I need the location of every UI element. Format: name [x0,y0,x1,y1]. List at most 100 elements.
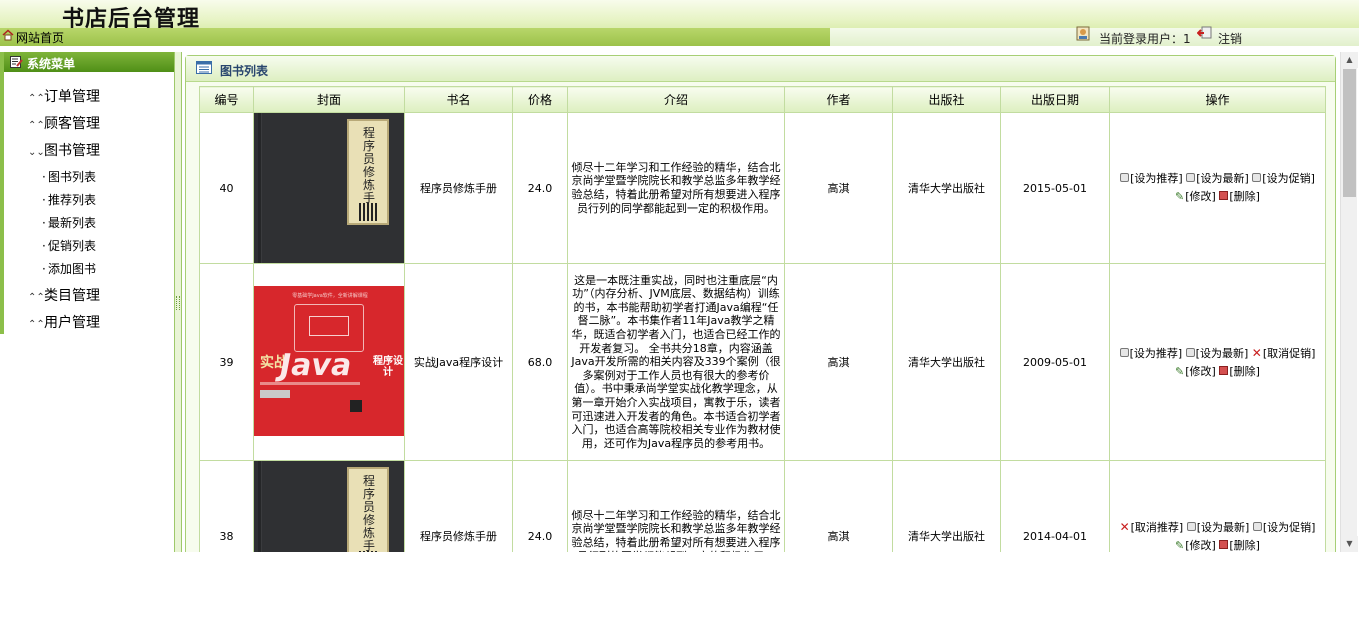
sidebar-subitem-book-list[interactable]: · 图书列表 [42,168,96,185]
cell-actions: ✕[取消推荐] [设为最新] [设为促销] ✎[修改] [删除] [1109,460,1326,552]
book-cover-image[interactable]: 程序员修炼手册 [254,113,404,263]
edit-button[interactable]: ✎[修改] [1175,365,1216,378]
chevron-up-icon: ⌃⌃ [28,292,45,303]
set-promo-button[interactable]: [设为促销] [1252,172,1315,185]
cell-id: 39 [199,263,254,461]
app-header: 书店后台管理 网站首页 当前登录用户：1 注销 [0,0,1359,46]
column-header-actions[interactable]: 操作 [1109,86,1326,113]
settings-icon [1119,347,1129,357]
cell-author: 高淇 [784,263,893,461]
cover-title: 程序员修炼手册 [362,474,375,553]
user-icon [1076,26,1090,41]
sidebar-header: 系统菜单 [4,52,174,72]
cell-intro: 倾尽十二年学习和工作经验的精华，结合北京尚学堂暨学院院长和教学总监多年教学经验总… [567,460,785,552]
set-promo-button[interactable]: [设为促销] [1252,521,1315,534]
sidebar-item-books[interactable]: ⌄⌄图书管理 [28,140,100,160]
sidebar-subitem-recommend-list[interactable]: · 推荐列表 [42,191,96,208]
settings-icon [1120,173,1130,182]
delete-icon [1219,539,1229,549]
user-info-bar: 当前登录用户：1 注销 [830,26,1359,47]
home-link[interactable]: 网站首页 [16,29,64,46]
table-row: 39 零基础学Java软件，全新讲解课程 实战 Java 程序设计 实战Java… [199,263,1326,461]
menu-edit-icon [10,56,23,68]
sidebar-border [0,52,4,334]
settings-icon [1186,173,1196,182]
column-header-name[interactable]: 书名 [404,86,513,113]
sidebar-item-users[interactable]: ⌃⌃用户管理 [28,312,100,332]
set-newest-button[interactable]: [设为最新] [1186,521,1249,534]
logout-icon[interactable] [1197,26,1212,39]
column-header-id[interactable]: 编号 [199,86,254,113]
cell-author: 高淇 [784,460,893,552]
edit-button[interactable]: ✎[修改] [1175,190,1216,203]
cell-publisher: 清华大学出版社 [892,263,1001,461]
pencil-icon: ✎ [1175,364,1185,378]
delete-button[interactable]: [删除] [1219,365,1260,378]
cell-price: 24.0 [512,112,568,264]
sidebar: 系统菜单 ⌃⌃订单管理 ⌃⌃顾客管理 ⌄⌄图书管理 · 图书列表 · 推荐列表 · 最… [0,52,174,639]
splitter-grip[interactable] [176,296,180,310]
panel-title: 图书列表 [220,64,269,78]
close-icon: ✕ [1119,519,1130,534]
column-header-author[interactable]: 作者 [784,86,893,113]
column-header-date[interactable]: 出版日期 [1000,86,1110,113]
set-recommend-button[interactable]: [设为推荐] [1119,347,1182,360]
set-recommend-button[interactable]: [设为推荐] [1120,172,1183,185]
cell-publisher: 清华大学出版社 [892,112,1001,264]
sidebar-subitem-promo-list[interactable]: · 促销列表 [42,237,96,254]
table-header-row: 编号 封面 书名 价格 介绍 作者 出版社 出版日期 操作 [199,86,1326,113]
scroll-up-arrow-icon[interactable]: ▲ [1341,52,1358,68]
settings-icon [1252,173,1262,182]
cell-date: 2009-05-01 [1000,263,1110,461]
delete-button[interactable]: [删除] [1219,539,1260,552]
sidebar-item-customers[interactable]: ⌃⌃顾客管理 [28,113,100,133]
sidebar-subitem-newest-list[interactable]: · 最新列表 [42,214,96,231]
settings-icon [1185,347,1195,357]
vertical-scrollbar[interactable]: ▲ ▼ [1340,52,1358,552]
cell-actions: [设为推荐] [设为最新] ✕[取消促销] ✎[修改] [删除] [1109,263,1326,461]
book-cover-image[interactable]: 程序员修炼手册 [254,461,404,552]
edit-button[interactable]: ✎[修改] [1175,539,1216,552]
sidebar-item-orders[interactable]: ⌃⌃订单管理 [28,86,100,106]
java-logo: Java [280,348,352,383]
book-list-panel: 图书列表 编号 封面 书名 价格 介绍 作者 出版社 出版日期 操作 40 程序… [185,55,1336,552]
sidebar-splitter[interactable] [174,52,182,552]
table-row: 38 程序员修炼手册 程序员修炼手册 24.0 倾尽十二年学习和工作经验的精华，… [199,460,1326,552]
scroll-down-arrow-icon[interactable]: ▼ [1341,536,1358,552]
home-bar: 网站首页 [0,28,830,46]
sidebar-subitem-add-book[interactable]: · 添加图书 [42,260,96,277]
logout-link[interactable]: 注销 [1218,30,1242,47]
cell-cover: 程序员修炼手册 [253,112,405,264]
cell-intro: 倾尽十二年学习和工作经验的精华，结合北京尚学堂暨学院院长和教学总监多年教学经验总… [567,112,785,264]
cell-cover: 零基础学Java软件，全新讲解课程 实战 Java 程序设计 [253,263,405,461]
scroll-thumb[interactable] [1343,69,1356,197]
set-newest-button[interactable]: [设为最新] [1186,172,1249,185]
home-icon[interactable] [2,29,14,41]
main-content: 图书列表 编号 封面 书名 价格 介绍 作者 出版社 出版日期 操作 40 程序… [182,52,1340,552]
delete-icon [1219,191,1229,200]
cell-intro: 这是一本既注重实战，同时也注重底层“内功”（内存分析、JVM底层、数据结构）训练… [567,263,785,461]
column-header-intro[interactable]: 介绍 [567,86,785,113]
cancel-promo-button[interactable]: ✕[取消促销] [1251,345,1316,360]
set-newest-button[interactable]: [设为最新] [1185,347,1248,360]
cell-cover: 程序员修炼手册 [253,460,405,552]
close-icon: ✕ [1251,345,1262,360]
pencil-icon: ✎ [1175,538,1185,552]
settings-icon [1252,521,1262,531]
delete-button[interactable]: [删除] [1219,190,1260,203]
cancel-recommend-button[interactable]: ✕[取消推荐] [1119,519,1184,534]
column-header-cover[interactable]: 封面 [253,86,405,113]
sidebar-item-categories[interactable]: ⌃⌃类目管理 [28,285,100,305]
column-header-price[interactable]: 价格 [512,86,568,113]
qr-code-icon [359,551,377,552]
chevron-down-icon: ⌄⌄ [28,147,45,158]
panel-title-bar: 图书列表 [186,56,1335,82]
cell-book-name: 程序员修炼手册 [404,112,513,264]
cell-id: 38 [199,460,254,552]
cell-publisher: 清华大学出版社 [892,460,1001,552]
book-table: 编号 封面 书名 价格 介绍 作者 出版社 出版日期 操作 40 程序员修炼手 … [199,86,1326,552]
column-header-publisher[interactable]: 出版社 [892,86,1001,113]
book-cover-image[interactable]: 零基础学Java软件，全新讲解课程 实战 Java 程序设计 [254,264,404,460]
qr-code-icon [359,203,377,221]
pencil-icon: ✎ [1175,190,1185,203]
